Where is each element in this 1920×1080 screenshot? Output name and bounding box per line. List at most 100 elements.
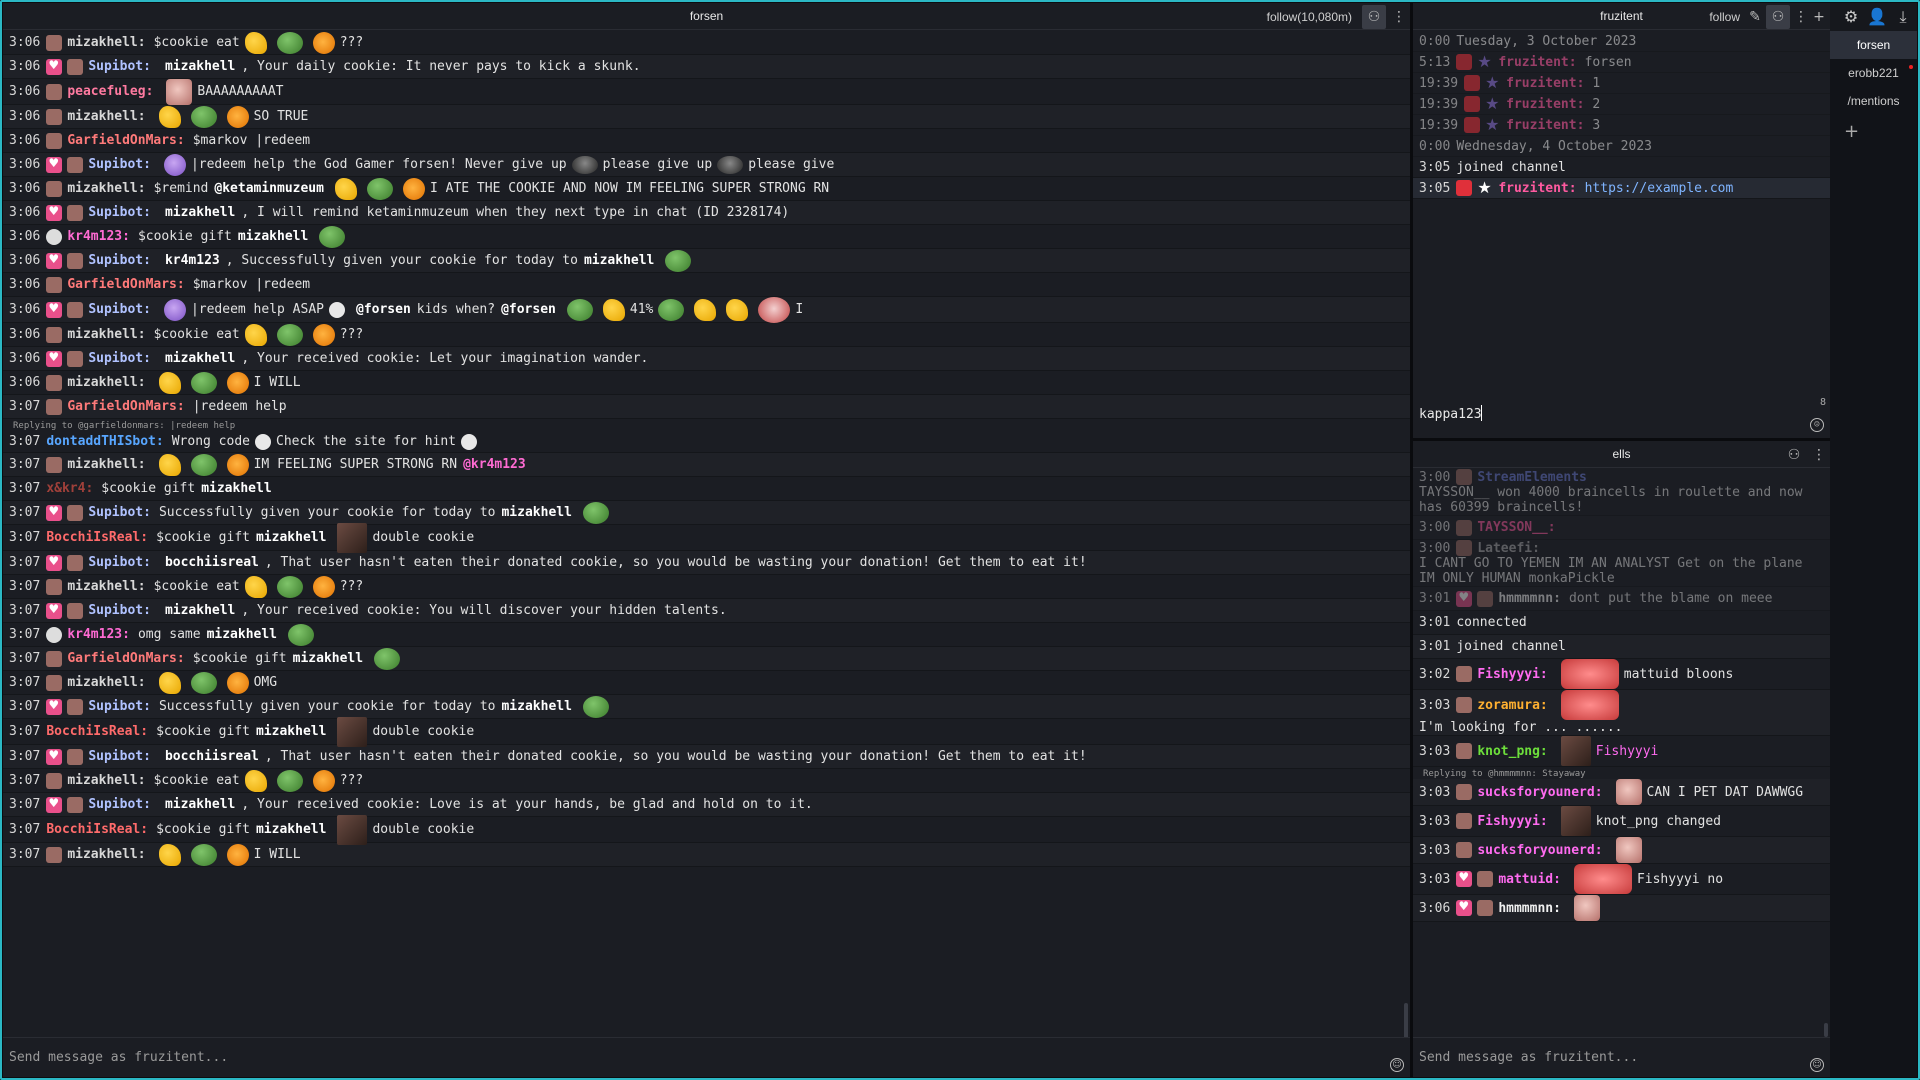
message-row[interactable]: 3:07 BocchiIsReal: $cookie gift mizakhell do… [3,716,1410,747]
message-row[interactable]: 3:00 TAYSSON__: [1413,516,1830,540]
channel-title[interactable]: ells [1612,447,1630,461]
message-row[interactable]: 3:06 mizakhell: $cookie eat??? [3,31,1410,55]
message-item[interactable]: 3:07 Supibot: Successfully given your cook… [3,695,1410,719]
message-row[interactable]: 3:07 Supibot: mizakhell , Your received coo… [3,599,1410,623]
mention-link[interactable]: mizakhell [256,530,326,545]
message-row[interactable]: 3:07 Supibot: bocchiisreal , That user hasn… [3,745,1410,769]
emote-image[interactable] [312,769,335,792]
mention-link[interactable]: mizakhell [165,59,235,74]
mention-link[interactable]: kr4m123 [165,253,220,268]
message-row[interactable]: 3:07 GarfieldOnMars: $cookie gift mizakhell [3,647,1410,671]
username[interactable]: fruzitent: [1506,97,1584,112]
reply-context[interactable]: Replying to @garfieldonmars: |redeem hel… [3,419,1410,431]
message-item[interactable]: Replying to @garfieldonmars: |redeem hel… [3,419,1410,453]
message-item[interactable]: 3:07 GarfieldOnMars: |redeem help [3,395,1410,419]
emote-image[interactable] [312,323,335,346]
username[interactable]: fruzitent: [1498,55,1576,70]
message-item[interactable]: Replying to @hmmmmnn: Stayaway 3:03 sucksf… [1413,767,1830,806]
emote-image[interactable] [158,671,181,694]
username[interactable]: fruzitent: [1506,118,1584,133]
message-row[interactable]: 3:07 Supibot: bocchiisreal , That user hasn… [3,551,1410,575]
message-item[interactable]: 3:03 zoramura: I'm looking for ... ...... [1413,690,1830,736]
emote-image[interactable] [312,31,335,54]
emote-image[interactable] [190,371,217,394]
emote-image[interactable] [337,522,368,553]
emote-image[interactable] [244,31,267,54]
username[interactable]: Fishyyyi: [1477,814,1547,829]
username[interactable]: Supibot: [88,555,151,570]
emote-image[interactable] [337,716,368,747]
emote-image[interactable] [571,155,598,174]
username[interactable]: kr4m123: [67,229,130,244]
emote-image[interactable] [726,298,749,321]
emote-image[interactable] [166,78,193,105]
message-row[interactable]: 3:07 mizakhell: I WILL [3,843,1410,867]
message-item[interactable]: 3:06 Supibot: |redeem help the God Gamer f… [3,153,1410,177]
username[interactable]: dontaddTHISbot: [46,434,163,449]
emoji-picker-icon[interactable]: ☺ [1390,1058,1404,1072]
emote-image[interactable] [402,177,425,200]
username[interactable]: GarfieldOnMars: [67,399,184,414]
message-item[interactable]: 3:07 kr4m123: omg same mizakhell [3,623,1410,647]
message-row[interactable]: 3:03 mattuid: Fishyyyi no [1413,864,1830,895]
message-item[interactable]: 3:06 mizakhell: $cookie eat??? [3,31,1410,55]
username[interactable]: mizakhell: [67,457,145,472]
message-row[interactable]: 3:03 sucksforyounerd: CAN I PET DAT DAWWGG [1413,779,1830,806]
username[interactable]: Supibot: [88,749,151,764]
more-options-icon[interactable]: ⋮ [1812,443,1826,467]
mention-link[interactable]: mizakhell [165,205,235,220]
channel-title[interactable]: fruzitent [1600,9,1643,23]
emote-image[interactable] [288,623,315,646]
message-row[interactable]: 3:07 mizakhell: $cookie eat??? [3,575,1410,599]
message-item[interactable]: 3:03 mattuid: Fishyyyi no [1413,864,1830,895]
message-item[interactable]: 3:03 Fishyyyi: knot_png changed [1413,806,1830,837]
emote-image[interactable] [276,323,303,346]
emote-image[interactable] [461,433,478,450]
emote-image[interactable] [244,323,267,346]
username[interactable]: mizakhell: [67,773,145,788]
username[interactable]: mizakhell: [67,375,145,390]
username[interactable]: GarfieldOnMars: [67,277,184,292]
message-list[interactable]: 3:06 mizakhell: $cookie eat??? 3:06 Supibot:… [3,31,1410,1037]
message-row[interactable]: 3:00 StreamElements TAYSSON__ won 4000 bra… [1413,469,1830,516]
emote-image[interactable] [337,814,368,845]
message-row[interactable]: 3:07 mizakhell: $cookie eat??? [3,769,1410,793]
emote-image[interactable] [190,843,217,866]
gear-icon[interactable]: ⚙ [1841,7,1861,27]
emote-image[interactable] [694,298,717,321]
message-row[interactable]: 3:07 kr4m123: omg same mizakhell [3,623,1410,647]
username[interactable]: BocchiIsReal: [46,724,148,739]
mention-link[interactable]: mizakhell [201,481,271,496]
emote-image[interactable] [329,301,345,318]
message-row[interactable]: 3:06 mizakhell: $cookie eat??? [3,323,1410,347]
message-row[interactable]: 3:01 hmmmmnn: dont put the blame on meee [1413,587,1830,611]
message-item[interactable]: 3:06 mizakhell: $cookie eat??? [3,323,1410,347]
message-item[interactable]: 3:06 hmmmmnn: [1413,895,1830,922]
message-item[interactable]: 3:01 joined channel [1413,635,1830,659]
message-row[interactable]: 5:13 fruzitent: forsen [1413,52,1830,73]
more-options-icon[interactable]: ⋮ [1392,5,1406,29]
username[interactable]: Supibot: [88,205,151,220]
username[interactable]: x&kr4: [46,481,93,496]
message-row[interactable]: 3:06 kr4m123: $cookie gift mizakhell [3,225,1410,249]
username[interactable]: Supibot: [88,603,151,618]
username[interactable]: TAYSSON__: [1477,520,1555,535]
mention-link[interactable]: mizakhell [501,505,571,520]
emote-image[interactable] [566,298,593,321]
emote-image[interactable] [163,153,186,176]
username[interactable]: mizakhell: [67,675,145,690]
emote-image[interactable] [1573,895,1600,921]
username[interactable]: StreamElements [1477,470,1587,485]
message-list[interactable]: 3:00 StreamElements TAYSSON__ won 4000 bra… [1413,469,1830,1037]
emote-image[interactable] [366,177,393,200]
message-item[interactable]: 3:07 mizakhell: OMG [3,671,1410,695]
username[interactable]: Supibot: [88,59,151,74]
username[interactable]: peacefuleg: [67,84,153,99]
message-row[interactable]: 3:07 mizakhell: IM FEELING SUPER STRONG RN… [3,453,1410,477]
emote-image[interactable] [1560,690,1619,720]
username[interactable]: Supibot: [88,253,151,268]
scrollbar[interactable] [1404,1003,1408,1039]
message-row[interactable]: 3:01 connected [1413,611,1830,635]
tab-forsen[interactable]: forsen [1830,31,1917,59]
emote-image[interactable] [276,575,303,598]
